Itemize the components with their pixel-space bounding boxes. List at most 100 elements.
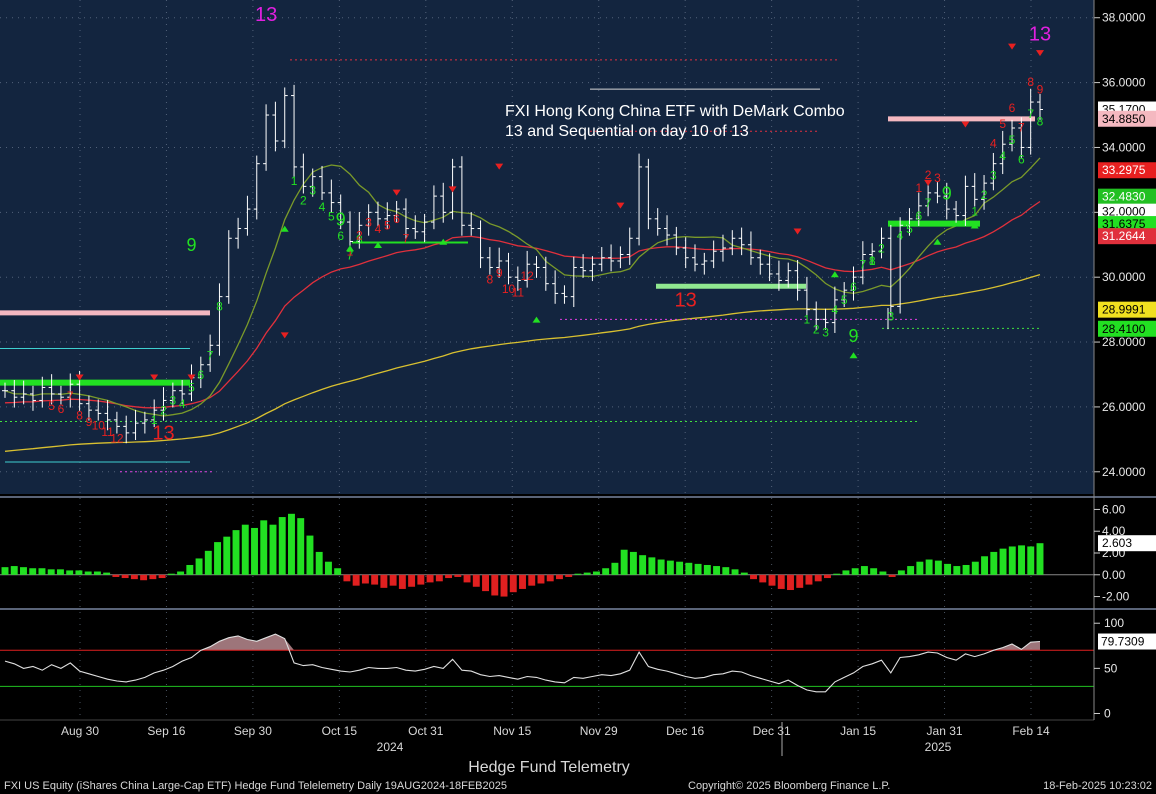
x-tick-label: Feb 14 — [1012, 724, 1050, 738]
oscillator-tick-label: 50 — [1104, 661, 1118, 675]
histogram-bar — [639, 555, 647, 575]
x-tick-label: Nov 29 — [580, 724, 618, 738]
histogram-bar — [251, 527, 258, 575]
histogram-bar — [1027, 546, 1035, 575]
histogram-bar — [870, 568, 878, 575]
demark-count-label: 3 — [365, 215, 372, 229]
demark-count-label: 6 — [850, 280, 857, 294]
demark-count-label: 5 — [999, 117, 1006, 131]
footer-title: Hedge Fund Telemetry — [468, 759, 630, 776]
demark-count-label: 3 — [309, 184, 316, 198]
x-tick-label: Sep 30 — [234, 724, 272, 738]
demark-count-label: 11 — [512, 285, 525, 299]
x-tick-label: Aug 30 — [61, 724, 99, 738]
price-tick-label: 28.0000 — [1102, 335, 1146, 349]
histogram-bar — [731, 569, 739, 575]
histogram-bar — [186, 564, 194, 575]
histogram-bar — [519, 574, 526, 589]
histogram-bar — [121, 574, 129, 579]
histogram-bar — [445, 574, 453, 579]
chart-canvas[interactable]: 123 456781234567812 34567 81234 567123456785… — [0, 0, 1156, 794]
setup-9-label: 9 — [942, 183, 952, 203]
histogram-bar — [10, 566, 18, 575]
histogram-bar — [602, 568, 610, 575]
histogram-bar — [47, 569, 55, 575]
x-tick-label: Jan 15 — [840, 724, 876, 738]
setup-9-label: 9 — [849, 326, 859, 346]
demark-count-label: 7 — [207, 348, 214, 362]
histogram-bar — [75, 570, 83, 575]
demark-count-label: 4 — [897, 228, 904, 242]
histogram-bar — [84, 571, 92, 575]
x-tick-label: Oct 15 — [322, 724, 358, 738]
demark-count-label: 1 — [869, 254, 876, 268]
demark-count-label: 12 — [520, 269, 534, 283]
x-tick-label: Dec 16 — [666, 724, 704, 738]
histogram-bar — [1036, 543, 1044, 575]
histogram-bar — [583, 572, 591, 575]
histogram-bar — [620, 549, 628, 575]
demark-count-label: 7 — [859, 257, 866, 271]
histogram-bar — [214, 542, 222, 575]
last-price-tag-label: 31.2644 — [1102, 229, 1146, 243]
histogram-bar — [842, 570, 850, 575]
oscillator-tick-label: 0 — [1104, 706, 1111, 720]
histogram-bar — [103, 572, 111, 575]
histogram-bar — [315, 551, 323, 575]
demark-count-label: 4 — [375, 222, 382, 236]
histogram-bar — [158, 574, 166, 579]
x-tick-label: Dec 31 — [753, 724, 791, 738]
last-price-tag-label: 33.2975 — [1102, 163, 1146, 177]
histogram-bar — [324, 561, 332, 575]
histogram-bar — [288, 513, 295, 575]
demark-count-label: 6 — [197, 368, 204, 382]
histogram-bar — [676, 561, 684, 575]
demark-count-label: 3 — [934, 171, 941, 185]
bloomberg-chart-window: 1234567812345678123456781234567123456785… — [0, 0, 1156, 794]
histogram-bar — [343, 574, 351, 582]
histogram-bar — [666, 560, 674, 575]
demark-count-label: 3 — [169, 394, 176, 408]
demark-count-label: 7 — [403, 232, 410, 246]
histogram-bar — [1, 567, 9, 575]
chart-annotation-line-2: 13 and Sequential on day 10 of 13 — [505, 123, 749, 140]
x-tick-label: Jan 31 — [927, 724, 963, 738]
histogram-bar — [509, 574, 517, 593]
demark-count-label: 5 — [841, 293, 848, 307]
histogram-bar — [953, 566, 961, 575]
combo-13-label: 13 — [675, 289, 697, 311]
last-price-tag-label: 32.4830 — [1102, 190, 1146, 204]
histogram-bar — [223, 536, 231, 575]
histogram-bar — [537, 574, 545, 584]
combo-13-label: 13 — [255, 4, 277, 26]
histogram-last-label: 2.603 — [1102, 536, 1132, 550]
x-tick-label: Oct 31 — [408, 724, 444, 738]
demark-count-label: 4 — [999, 149, 1006, 163]
histogram-bar — [454, 574, 462, 577]
histogram-bar — [685, 562, 693, 575]
histogram-bar — [814, 574, 822, 582]
last-price-tag-label: 34.8850 — [1102, 112, 1146, 126]
demark-count-label: 2 — [813, 322, 820, 336]
demark-count-label: 3 — [990, 169, 997, 183]
histogram-bar — [130, 574, 138, 580]
histogram-bar — [934, 560, 942, 575]
histogram-bar — [805, 574, 813, 585]
demark-count-label: 5 — [188, 381, 195, 395]
histogram-bar — [990, 551, 998, 575]
histogram-bar — [38, 568, 46, 575]
histogram-bar — [962, 564, 970, 575]
demark-count-label: 8 — [216, 300, 223, 314]
histogram-bar — [592, 571, 600, 575]
demark-count-label: 2 — [925, 168, 932, 182]
histogram-bar — [694, 563, 702, 575]
last-price-tag-label: 28.4100 — [1102, 322, 1146, 336]
histogram-bar — [722, 567, 730, 575]
demark-count-label: 6 — [1018, 152, 1025, 166]
histogram-bar — [823, 574, 831, 579]
x-tick-label: Sep 16 — [147, 724, 185, 738]
price-tick-label: 26.0000 — [1102, 400, 1146, 414]
demark-count-label: 4 — [832, 303, 839, 317]
x-year-label: 2025 — [925, 740, 952, 754]
histogram-bar — [472, 574, 480, 587]
